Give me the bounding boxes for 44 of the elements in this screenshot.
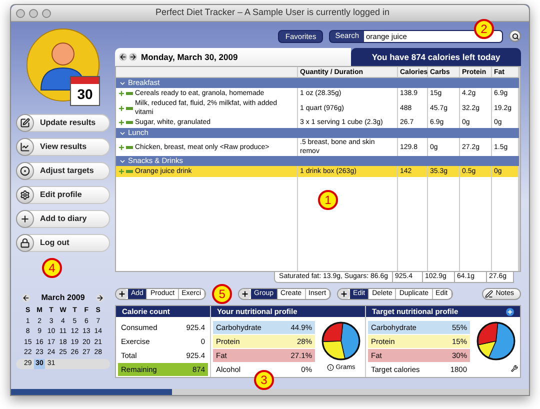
pie-chart-drawing bbox=[476, 321, 516, 361]
toolbar-group-icon bbox=[338, 289, 350, 299]
sidebar-button-icon bbox=[16, 234, 34, 252]
previous-day-icon[interactable] bbox=[119, 53, 127, 61]
toolbar-group-icon bbox=[116, 289, 128, 299]
calendar-month: March 2009 bbox=[41, 292, 85, 304]
sidebar-button-icon bbox=[16, 210, 34, 228]
sidebar-button[interactable]: Edit profile bbox=[16, 186, 110, 204]
plus-icon[interactable] bbox=[118, 168, 125, 175]
sidebar-button-icon bbox=[16, 162, 34, 180]
search-icon[interactable] bbox=[509, 30, 521, 42]
minus-icon[interactable] bbox=[126, 106, 133, 110]
plus-icon[interactable] bbox=[118, 90, 125, 97]
add-target-icon[interactable] bbox=[506, 308, 514, 316]
plus-icon[interactable] bbox=[118, 104, 125, 112]
sidebar-button-icon bbox=[16, 186, 34, 204]
calendar-header-strip bbox=[71, 77, 99, 84]
wrench-icon[interactable] bbox=[511, 365, 518, 372]
plus-icon[interactable] bbox=[118, 119, 125, 126]
date-label: Monday, March 30, 2009 bbox=[141, 50, 238, 64]
calories-left-banner: You have 874 calories left today bbox=[351, 48, 521, 66]
callout-marker: 5 bbox=[212, 284, 232, 304]
collapse-icon[interactable] bbox=[119, 130, 126, 136]
sidebar-button-icon bbox=[16, 138, 34, 156]
next-month-icon[interactable] bbox=[96, 294, 104, 302]
window-title: Perfect Diet Tracker – A Sample User is currently logged in bbox=[154, 6, 391, 20]
pie-chart-drawing bbox=[321, 321, 361, 361]
minus-icon[interactable] bbox=[126, 146, 133, 148]
sidebar-button[interactable]: View results bbox=[16, 138, 110, 156]
toolbar-group-icon bbox=[239, 289, 252, 299]
sidebar-button[interactable]: Log out bbox=[16, 234, 110, 252]
sidebar-button-icon bbox=[16, 114, 34, 132]
collapse-icon[interactable] bbox=[119, 80, 126, 86]
calendar-day-number: 30 bbox=[76, 85, 94, 104]
sidebar-button[interactable]: Adjust targets bbox=[16, 162, 110, 180]
pen-icon bbox=[484, 290, 493, 298]
info-icon bbox=[326, 364, 334, 372]
plus-icon[interactable] bbox=[118, 144, 125, 150]
next-day-icon[interactable] bbox=[129, 53, 137, 61]
sidebar-button[interactable]: Add to diary bbox=[16, 210, 110, 228]
collapse-icon[interactable] bbox=[119, 158, 126, 164]
sidebar-button[interactable]: Update results bbox=[16, 114, 110, 132]
scrollbar[interactable] bbox=[519, 67, 520, 271]
previous-month-icon[interactable] bbox=[22, 294, 30, 302]
